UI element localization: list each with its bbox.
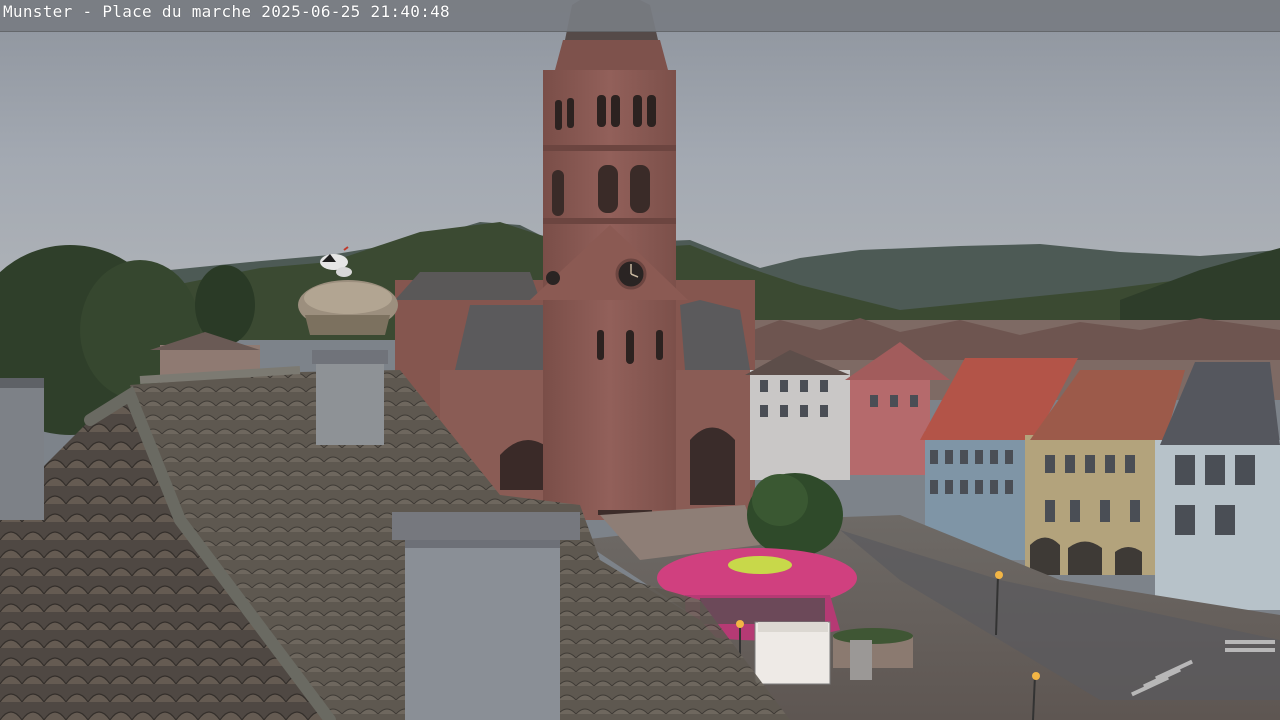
chimney-left — [0, 380, 44, 520]
chimney-stork — [316, 355, 384, 445]
building-red — [850, 380, 930, 475]
webcam-image — [0, 0, 1280, 720]
timestamp-overlay: Munster - Place du marche 2025-06-25 21:… — [3, 2, 450, 22]
location-label: Munster - Place du marche — [3, 2, 252, 21]
chimney-front — [405, 530, 560, 720]
datetime-label: 2025-06-25 21:40:48 — [261, 2, 450, 21]
timestamp-bar: Munster - Place du marche 2025-06-25 21:… — [0, 0, 1280, 32]
arch-right — [690, 427, 735, 505]
church-roof-right — [680, 300, 750, 370]
webcam-view: Munster - Place du marche 2025-06-25 21:… — [0, 0, 1280, 720]
